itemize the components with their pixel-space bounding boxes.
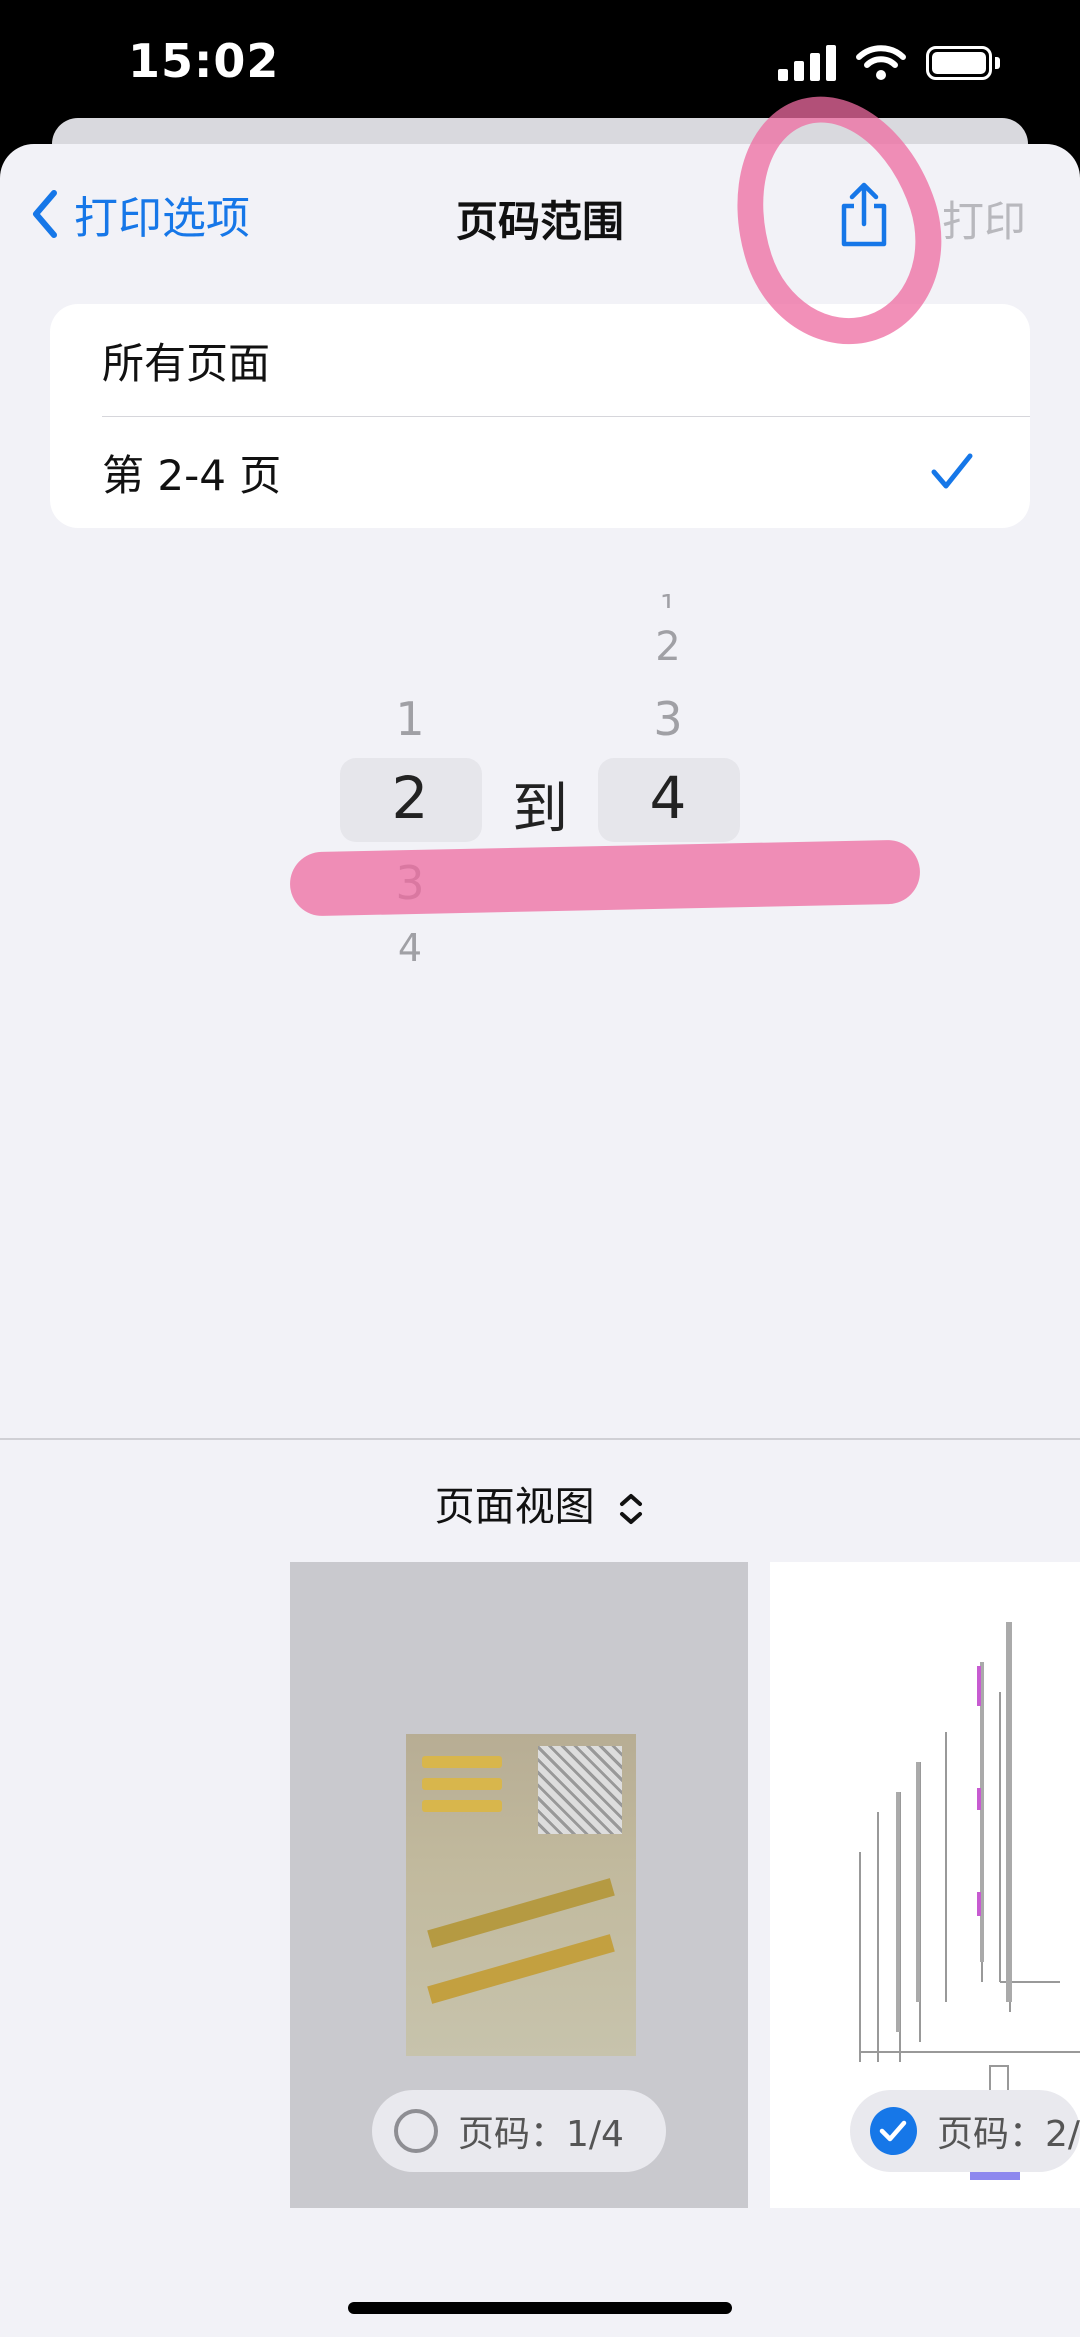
- picker-separator: 到: [512, 777, 568, 842]
- radio-unchecked-icon: [394, 2109, 438, 2153]
- status-time: 15:02: [128, 34, 280, 88]
- page-thumbnail-image: [406, 1734, 636, 2056]
- pink-annotation-underline: [289, 839, 921, 917]
- option-all-pages-label: 所有页面: [102, 338, 271, 388]
- home-indicator: [348, 2302, 732, 2314]
- picker-item: 1: [659, 590, 677, 608]
- picker-item: 4: [397, 926, 423, 970]
- option-page-range[interactable]: 第 2-4 页: [50, 416, 1030, 528]
- page-view-toggle[interactable]: 页面视图: [0, 1474, 1080, 1532]
- chevron-up-down-icon: [620, 1494, 643, 1524]
- page-1-select[interactable]: 页码：1/4: [372, 2090, 666, 2172]
- option-page-range-label: 第 2-4 页: [102, 450, 282, 500]
- wifi-icon: [856, 45, 906, 80]
- picker-item: 2: [655, 624, 681, 670]
- print-button[interactable]: 打印: [942, 188, 1026, 249]
- page-view-toggle-label: 页面视图: [434, 1484, 595, 1530]
- picker-selected-value: 2: [391, 764, 429, 832]
- cellular-signal-icon: [778, 45, 836, 81]
- picker-item: 1: [395, 692, 425, 746]
- status-icons: [778, 44, 1000, 82]
- checkmark-icon: [931, 453, 973, 489]
- page-2-select[interactable]: 页码：2/: [850, 2090, 1080, 2172]
- picker-selected-value: 4: [649, 764, 687, 832]
- page-1-label: 页码：1/4: [458, 2114, 624, 2155]
- page-2-label: 页码：2/: [936, 2114, 1080, 2155]
- radio-checked-icon: [870, 2107, 917, 2155]
- picker-item: 3: [653, 692, 683, 746]
- page-range-options: 所有页面 第 2-4 页: [50, 304, 1030, 528]
- battery-icon: [926, 46, 1000, 80]
